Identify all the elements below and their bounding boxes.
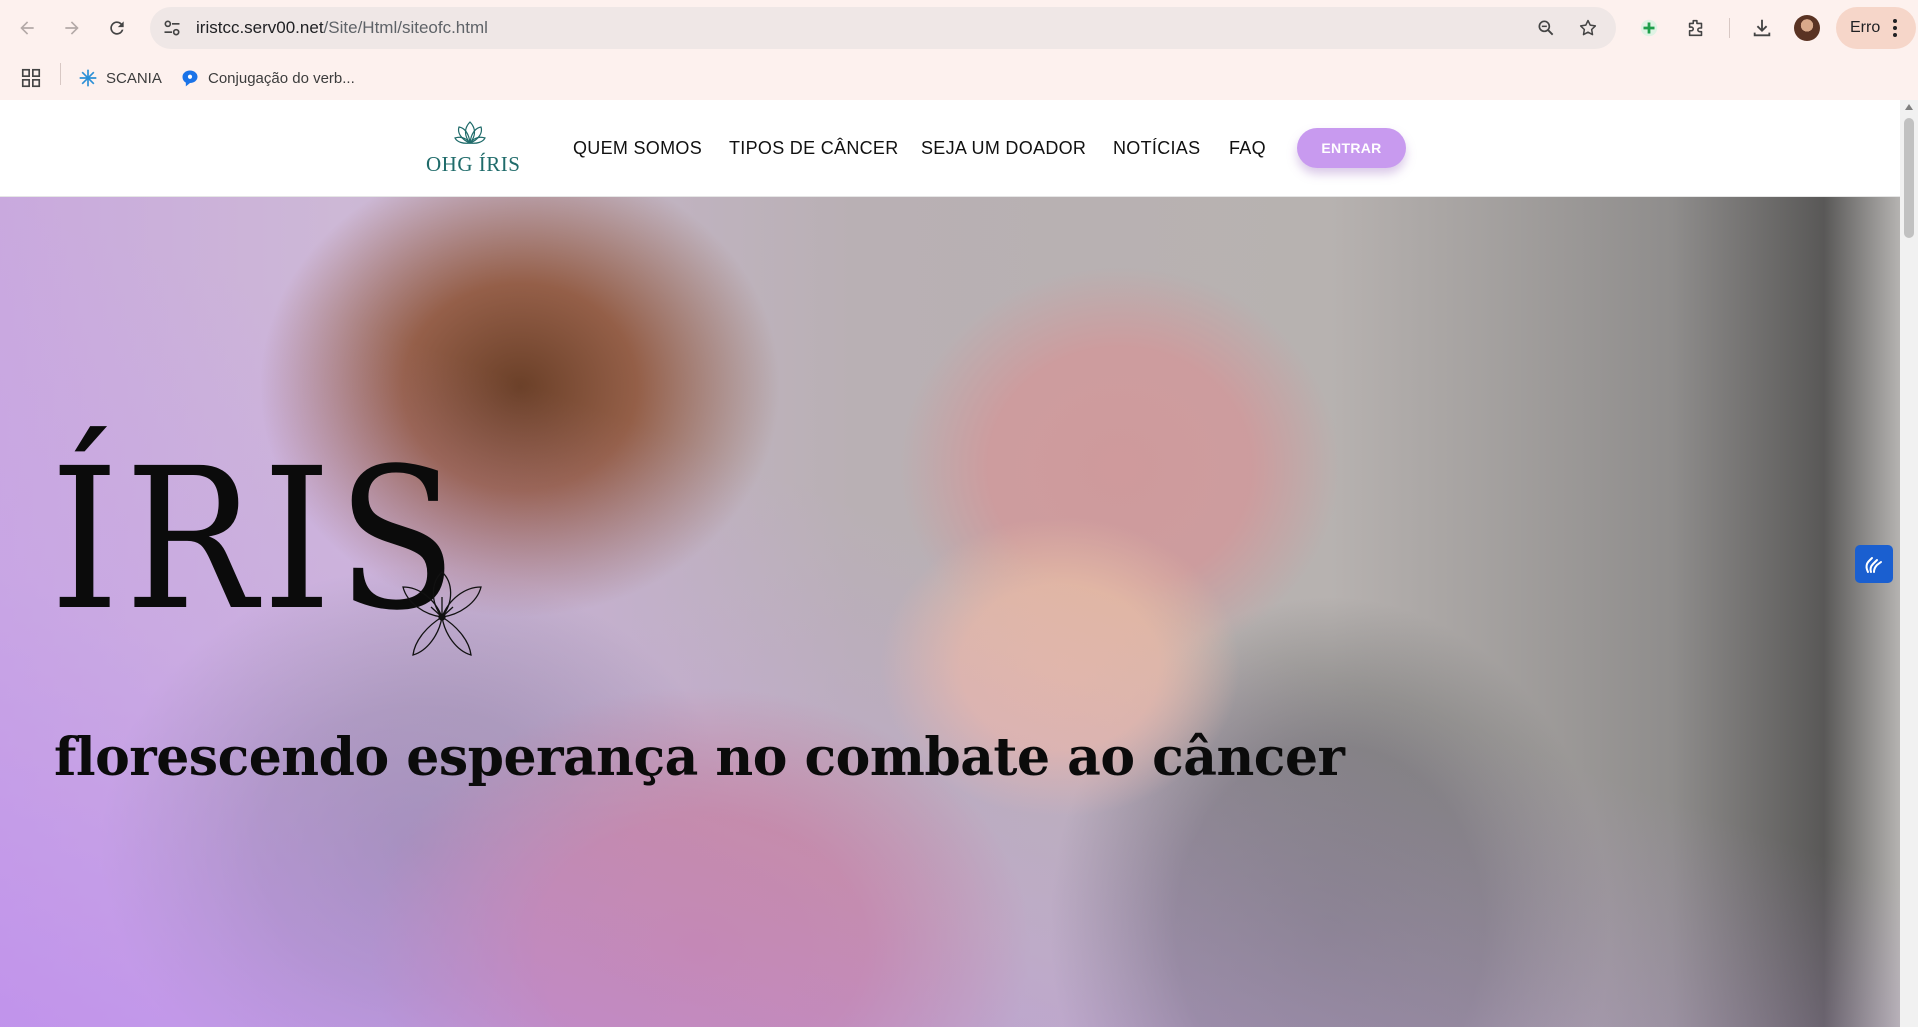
hero-banner: ÍRIS florescendo esperança no combate ao…	[0, 197, 1900, 1027]
site-settings-icon[interactable]	[162, 18, 182, 38]
url-host: iristcc.serv00.net	[196, 18, 324, 37]
speech-bubble-icon	[182, 70, 198, 87]
nav-tipos-de-cancer[interactable]: TIPOS DE CÂNCER	[729, 138, 899, 159]
site-logo[interactable]: OHG ÍRIS	[424, 118, 520, 182]
arrow-right-icon	[65, 21, 79, 35]
bookmark-label: SCANIA	[106, 69, 162, 87]
page-scrollbar[interactable]	[1900, 100, 1918, 1027]
lotus-logo-icon	[454, 121, 486, 144]
forward-button[interactable]	[56, 12, 88, 44]
star-icon[interactable]	[1578, 18, 1598, 38]
nav-noticias[interactable]: NOTÍCIAS	[1113, 138, 1200, 159]
apps-grid-icon	[21, 68, 41, 88]
vlibras-accessibility-button[interactable]	[1855, 545, 1893, 583]
reload-button[interactable]	[101, 12, 133, 44]
extensions-puzzle-icon[interactable]	[1684, 16, 1708, 40]
hero-subtitle: florescendo esperança no combate ao cânc…	[54, 727, 1345, 788]
nav-quem-somos[interactable]: QUEM SOMOS	[573, 138, 702, 159]
bookmarks-divider	[60, 63, 61, 85]
more-vertical-icon[interactable]	[1892, 17, 1898, 39]
back-button[interactable]	[11, 12, 43, 44]
toolbar-divider	[1729, 18, 1730, 38]
url-path: /Site/Html/siteofc.html	[323, 18, 488, 37]
profile-label: Erro	[1850, 19, 1881, 36]
profile-avatar[interactable]	[1794, 15, 1820, 41]
profile-error-button[interactable]: Erro	[1836, 7, 1916, 49]
iris-flower-icon	[402, 571, 482, 656]
nav-seja-um-doador[interactable]: SEJA UM DOADOR	[921, 138, 1086, 159]
sign-language-hands-icon	[1865, 557, 1882, 573]
download-icon[interactable]	[1750, 16, 1774, 40]
address-bar[interactable]: iristcc.serv00.net/Site/Html/siteofc.htm…	[150, 7, 1616, 49]
nav-faq[interactable]: FAQ	[1229, 138, 1266, 159]
reload-icon	[110, 21, 124, 35]
zoom-icon[interactable]	[1536, 18, 1556, 38]
arrow-left-icon	[20, 21, 34, 35]
site-header: OHG ÍRIS QUEM SOMOS TIPOS DE CÂNCER SEJA…	[0, 100, 1900, 197]
extension-plus-icon[interactable]	[1637, 16, 1661, 40]
scania-icon	[79, 69, 97, 87]
scrollbar-thumb[interactable]	[1904, 118, 1914, 238]
bookmark-scania[interactable]: SCANIA	[78, 64, 162, 92]
bookmarks-bar: SCANIA Conjugação do verb...	[0, 56, 1918, 100]
logo-text: OHG ÍRIS	[426, 152, 521, 176]
url-text: iristcc.serv00.net/Site/Html/siteofc.htm…	[196, 18, 488, 38]
scroll-up-arrow-icon[interactable]	[1905, 104, 1913, 110]
login-button[interactable]: ENTRAR	[1297, 128, 1406, 168]
apps-grid-button[interactable]	[20, 64, 42, 92]
bookmark-conjugacao[interactable]: Conjugação do verb...	[180, 64, 355, 92]
browser-toolbar: iristcc.serv00.net/Site/Html/siteofc.htm…	[0, 0, 1918, 56]
browser-chrome: iristcc.serv00.net/Site/Html/siteofc.htm…	[0, 0, 1918, 100]
bookmark-label: Conjugação do verb...	[208, 69, 355, 87]
page-viewport: OHG ÍRIS QUEM SOMOS TIPOS DE CÂNCER SEJA…	[0, 100, 1918, 1027]
